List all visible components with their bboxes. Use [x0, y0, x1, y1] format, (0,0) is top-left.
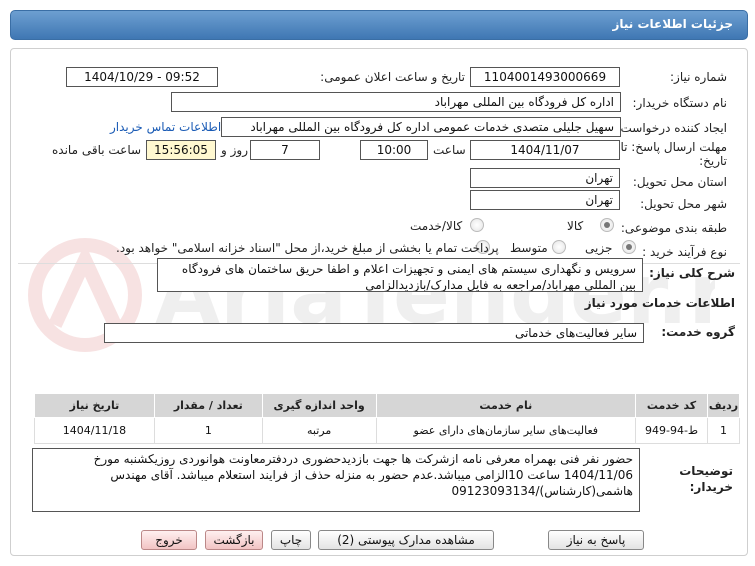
reply-button[interactable]: پاسخ به نیاز	[548, 530, 644, 550]
table-row: 1 ط-94-949 فعالیت‌های سایر سازمان‌های دا…	[34, 417, 740, 444]
city-label: شهر محل تحویل:	[640, 197, 727, 211]
deadline-time-field: 10:00	[360, 140, 428, 160]
category-option-goods: کالا	[567, 219, 584, 233]
page-title-bar: جزئیات اطلاعات نیاز	[10, 10, 748, 40]
need-number-field: 1104001493000669	[470, 67, 620, 87]
creator-field: سهیل جلیلی متصدی خدمات عمومی اداره کل فر…	[221, 117, 621, 137]
deadline-date-label: تاریخ:	[699, 154, 727, 168]
days-remaining-field: 7	[250, 140, 320, 160]
province-field: تهران	[470, 168, 620, 188]
province-label: استان محل تحویل:	[632, 175, 727, 189]
creator-label: ایجاد کننده درخواست:	[616, 121, 727, 135]
process-type-label: نوع فرآیند خرید :	[642, 245, 727, 259]
table-header-row: ردیف کد خدمت نام خدمت واحد اندازه گیری ت…	[34, 393, 740, 418]
process-radio-minor[interactable]	[622, 240, 636, 254]
cell-unit: مرتبه	[261, 417, 377, 444]
col-need-date: تاریخ نیاز	[34, 393, 155, 418]
deadline-date-field: 1404/11/07	[470, 140, 620, 160]
buyer-notes-label: توضیحات	[679, 464, 733, 478]
col-service-code: کد خدمت	[635, 393, 709, 418]
cell-need-date: 1404/11/18	[34, 417, 155, 444]
city-field: تهران	[470, 190, 620, 210]
category-radio-goods-service[interactable]	[470, 218, 484, 232]
buyer-contact-link[interactable]: اطلاعات تماس خریدار	[110, 120, 221, 134]
buyer-field: اداره کل فرودگاه بین المللی مهراباد	[171, 92, 621, 112]
buyer-label: نام دستگاه خریدار:	[632, 96, 728, 110]
category-radio-goods[interactable]	[600, 218, 614, 232]
cell-row-number: 1	[707, 417, 740, 444]
announce-date-label: تاریخ و ساعت اعلان عمومی:	[320, 70, 465, 84]
col-row-number: ردیف	[707, 393, 740, 418]
print-button[interactable]: چاپ	[271, 530, 311, 550]
buyer-notes-label-2: خریدار:	[689, 480, 733, 494]
page-title: جزئیات اطلاعات نیاز	[612, 17, 733, 31]
summary-text: سرویس و نگهداری سیستم های ایمنی و تجهیزا…	[157, 258, 643, 292]
exit-button[interactable]: خروج	[141, 530, 197, 550]
process-option-minor: جزیی	[585, 241, 613, 255]
process-radio-medium[interactable]	[552, 240, 566, 254]
remaining-time-field: 15:56:05	[146, 140, 216, 160]
service-group-field: سایر فعالیت‌های خدماتی	[104, 323, 644, 343]
remaining-time-label: ساعت باقی مانده	[52, 143, 142, 157]
view-attachments-button[interactable]: مشاهده مدارک پیوستی (2)	[318, 530, 494, 550]
col-unit: واحد اندازه گیری	[261, 393, 377, 418]
category-label: طبقه بندی موضوعی:	[620, 221, 727, 235]
deadline-label: مهلت ارسال پاسخ: تا	[620, 140, 727, 154]
services-section-title: اطلاعات خدمات مورد نیاز	[584, 296, 735, 310]
summary-label: شرح کلی نیاز:	[649, 266, 735, 280]
back-button[interactable]: بازگشت	[205, 530, 263, 550]
deadline-time-label: ساعت	[433, 143, 466, 157]
days-label: روز و	[221, 143, 248, 157]
col-service-name: نام خدمت	[375, 393, 637, 418]
announce-date-field: 1404/10/29 - 09:52	[66, 67, 218, 87]
service-group-label: گروه خدمت:	[661, 325, 735, 339]
process-option-medium: متوسط	[510, 241, 548, 255]
cell-service-code: ط-94-949	[635, 417, 709, 444]
treasury-note: پرداخت تمام یا بخشی از مبلغ خرید،از محل …	[116, 241, 499, 255]
buyer-notes-text: حضور نفر فنی بهمراه معرفی نامه ازشرکت ها…	[32, 448, 640, 512]
need-number-label: شماره نیاز:	[670, 70, 727, 84]
services-table: ردیف کد خدمت نام خدمت واحد اندازه گیری ت…	[34, 393, 740, 444]
cell-quantity: 1	[153, 417, 263, 444]
col-quantity: تعداد / مقدار	[153, 393, 263, 418]
cell-service-name: فعالیت‌های سایر سازمان‌های دارای عضو	[375, 417, 637, 444]
category-option-goods-service: کالا/خدمت	[410, 219, 463, 233]
